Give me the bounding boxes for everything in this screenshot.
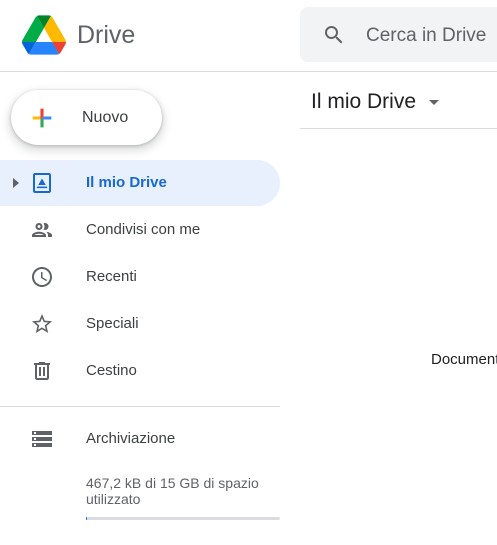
main-header: Il mio Drive bbox=[300, 72, 497, 129]
sidebar-item-shared-with-me[interactable]: Condivisi con me bbox=[0, 207, 280, 253]
storage-usage-text: 467,2 kB di 15 GB di spazio utilizzato bbox=[86, 475, 259, 507]
sidebar-item-label: Condivisi con me bbox=[86, 221, 201, 238]
empty-state-text: Documenti bbox=[431, 351, 497, 368]
storage-progress-fill bbox=[86, 517, 87, 520]
search-box[interactable] bbox=[300, 7, 497, 62]
sidebar-item-trash[interactable]: Cestino bbox=[0, 348, 280, 394]
page-title[interactable]: Il mio Drive bbox=[311, 89, 416, 115]
sidebar-item-starred[interactable]: Speciali bbox=[0, 301, 280, 347]
plus-icon bbox=[32, 108, 52, 128]
my-drive-icon bbox=[33, 173, 51, 193]
new-button-label: Nuovo bbox=[82, 109, 129, 126]
sidebar-item-label: Speciali bbox=[86, 315, 139, 332]
star-icon bbox=[32, 314, 52, 333]
search-icon[interactable] bbox=[322, 23, 346, 47]
top-bar: Drive bbox=[0, 0, 497, 72]
dropdown-caret-icon[interactable] bbox=[427, 97, 441, 107]
trash-icon bbox=[34, 362, 50, 380]
sidebar-item-label: Recenti bbox=[86, 268, 137, 285]
sidebar-item-storage[interactable]: Archiviazione bbox=[0, 416, 280, 462]
search-input[interactable] bbox=[366, 25, 497, 47]
app-title: Drive bbox=[77, 21, 136, 49]
storage-progress-bar bbox=[86, 517, 280, 520]
clock-icon bbox=[32, 267, 52, 287]
sidebar-item-label: Il mio Drive bbox=[86, 174, 167, 191]
sidebar-item-label: Cestino bbox=[86, 362, 137, 379]
drive-logo-icon[interactable] bbox=[22, 15, 66, 55]
sidebar-item-recent[interactable]: Recenti bbox=[0, 254, 280, 300]
sidebar-divider bbox=[0, 406, 280, 407]
expand-arrow-icon[interactable] bbox=[10, 177, 22, 189]
sidebar-item-label: Archiviazione bbox=[86, 430, 176, 447]
storage-icon bbox=[32, 431, 52, 447]
sidebar-item-my-drive[interactable]: Il mio Drive bbox=[0, 160, 280, 206]
new-button[interactable]: Nuovo bbox=[11, 90, 162, 145]
shared-people-icon bbox=[32, 223, 52, 237]
